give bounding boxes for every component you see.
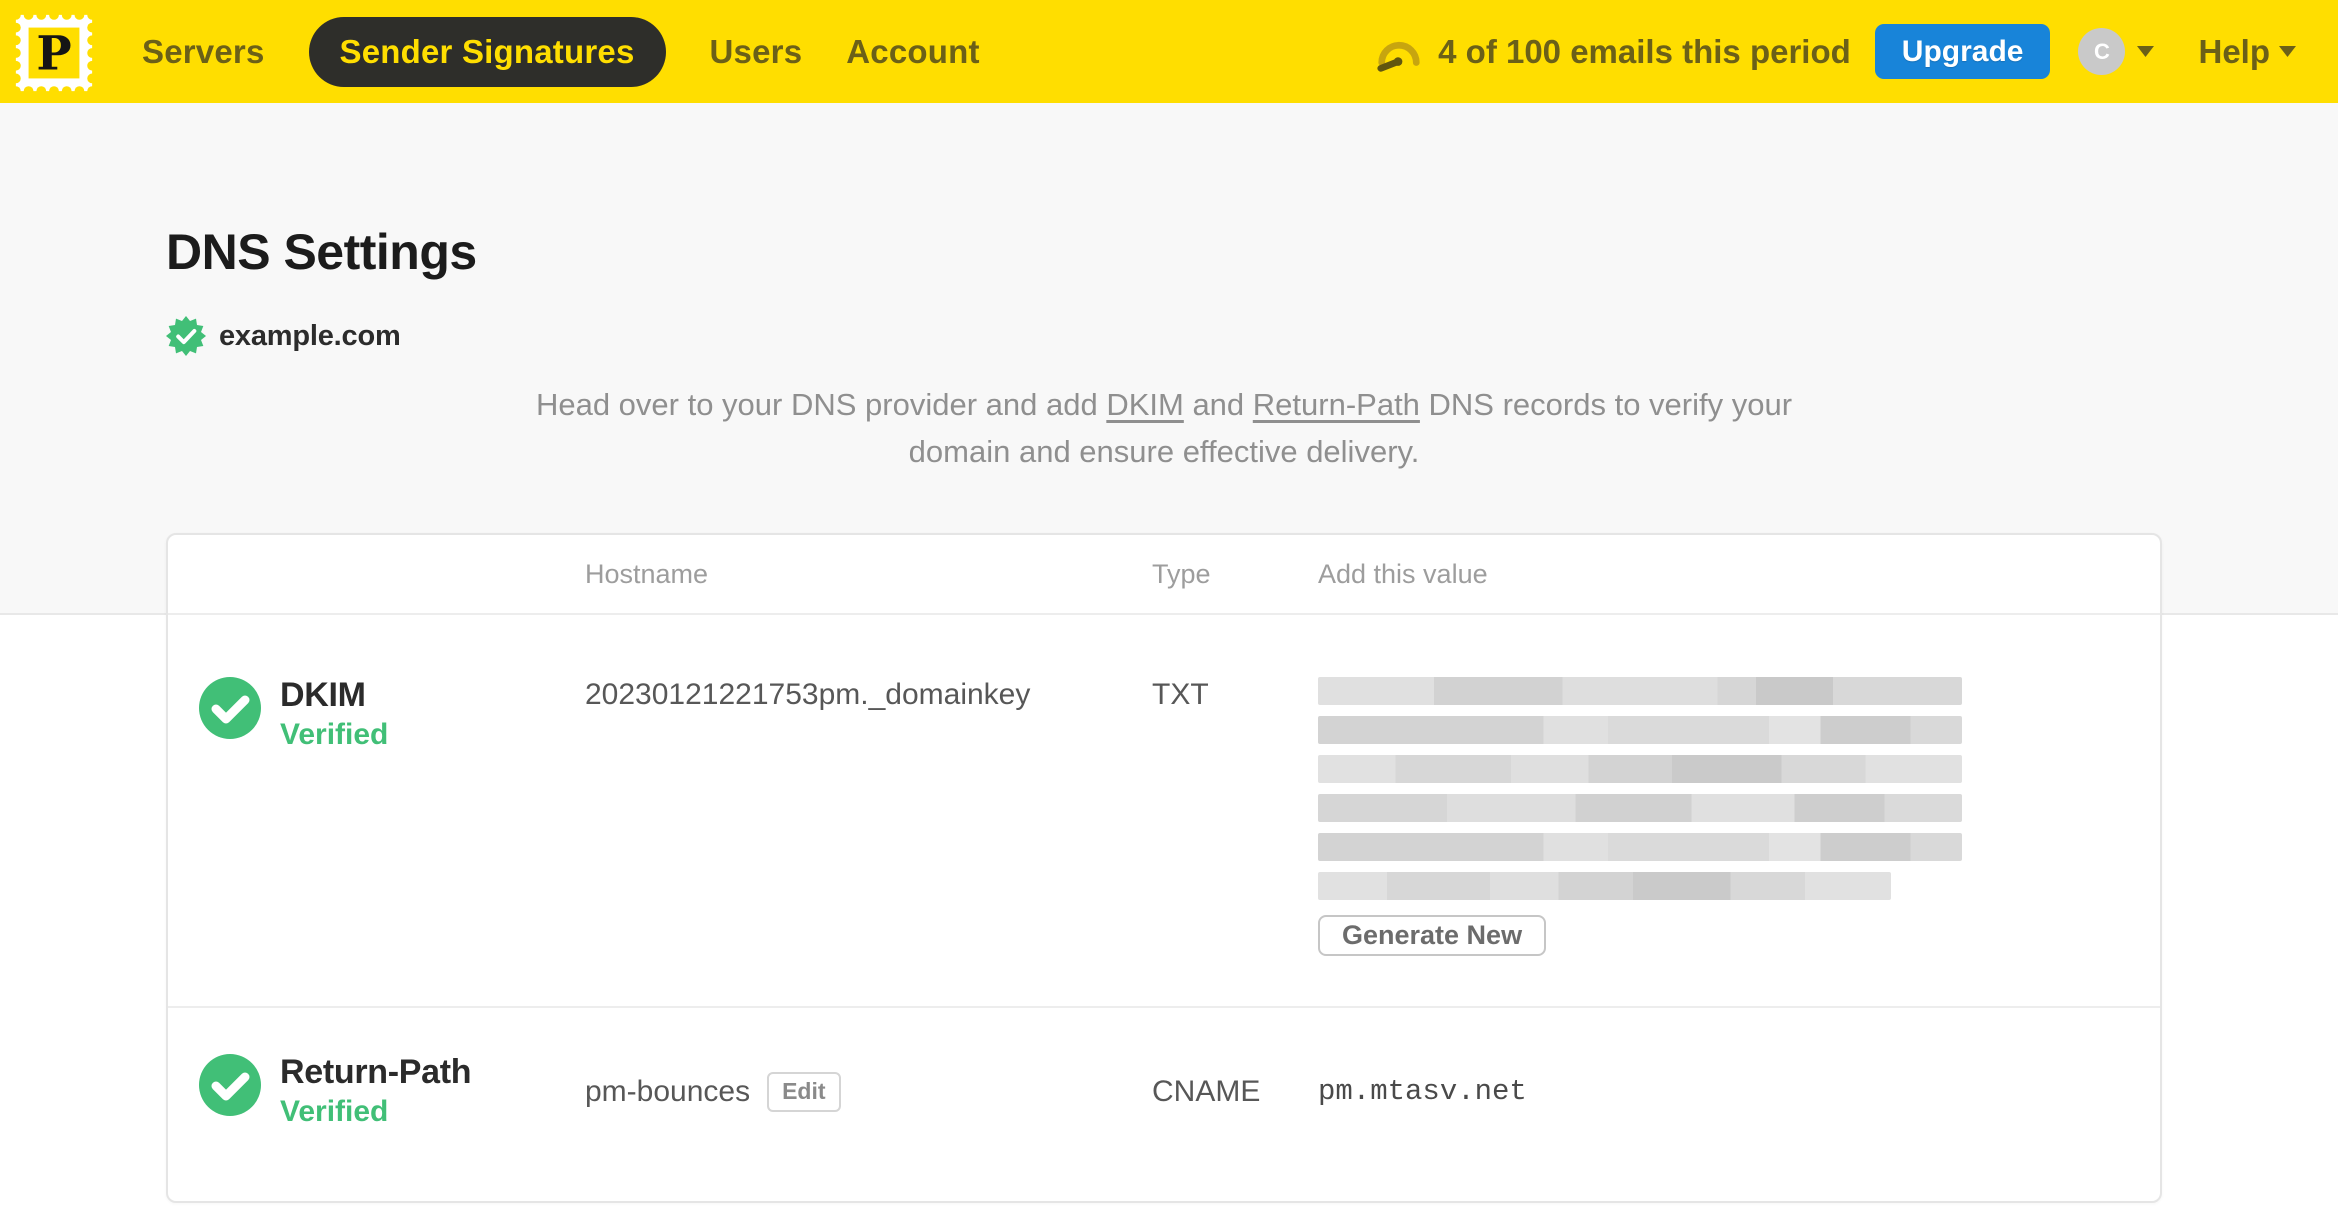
- top-nav: P Servers Sender Signatures Users Accoun…: [0, 0, 2338, 103]
- help-label: Help: [2198, 32, 2270, 70]
- instructions-between: and: [1183, 387, 1253, 422]
- verified-seal-icon: [166, 316, 206, 356]
- redacted-value-line: [1318, 716, 1962, 744]
- svg-text:P: P: [36, 26, 71, 81]
- generate-new-button[interactable]: Generate New: [1318, 915, 1547, 956]
- nav-item-servers[interactable]: Servers: [142, 33, 265, 71]
- return-path-value: pm.mtasv.net: [1318, 1075, 1527, 1108]
- verified-check-icon: [199, 677, 261, 739]
- dkim-hostname: 20230121221753pm._domainkey: [585, 678, 1031, 711]
- account-menu[interactable]: C: [2078, 28, 2155, 75]
- redacted-value-line: [1318, 872, 1891, 900]
- nav-item-sender-signatures[interactable]: Sender Signatures: [308, 16, 666, 87]
- postmark-logo-icon[interactable]: P: [10, 9, 98, 97]
- email-usage-indicator: 4 of 100 emails this period: [1375, 32, 1851, 72]
- dkim-link[interactable]: DKIM: [1106, 387, 1184, 422]
- table-row-dkim: DKIM Verified 20230121221753pm._domainke…: [168, 615, 2160, 1008]
- status-badge: Verified: [280, 718, 389, 751]
- verified-check-icon: [199, 1054, 261, 1116]
- redacted-value-line: [1318, 677, 1962, 705]
- redacted-dkim-value: [1318, 677, 1962, 900]
- nav-menu: Servers Sender Signatures Users Account: [142, 16, 1024, 87]
- usage-text: 4 of 100 emails this period: [1438, 32, 1851, 70]
- table-row-return-path: Return-Path Verified pm-bounces Edit CNA…: [168, 1008, 2160, 1201]
- redacted-value-line: [1318, 833, 1962, 861]
- page-title: DNS Settings: [166, 224, 477, 280]
- dkim-record-type: TXT: [1152, 678, 1209, 711]
- status-badge: Verified: [280, 1095, 389, 1128]
- record-name: Return-Path: [280, 1053, 472, 1091]
- header-value: Add this value: [1318, 558, 1488, 589]
- redacted-value-line: [1318, 794, 1962, 822]
- domain-row: example.com: [166, 316, 2172, 356]
- redacted-value-line: [1318, 755, 1962, 783]
- instructions-text: Head over to your DNS provider and add D…: [166, 381, 2162, 475]
- edit-button[interactable]: Edit: [767, 1071, 841, 1112]
- gauge-icon: [1377, 41, 1420, 72]
- header-type: Type: [1152, 558, 1211, 589]
- table-header-row: Hostname Type Add this value: [168, 535, 2160, 615]
- dns-records-card: Hostname Type Add this value DKIM Verifi…: [166, 533, 2162, 1203]
- domain-name: example.com: [219, 319, 401, 352]
- nav-item-users[interactable]: Users: [710, 33, 803, 71]
- nav-item-account[interactable]: Account: [846, 33, 979, 71]
- instructions-before: Head over to your DNS provider and add: [535, 387, 1107, 422]
- avatar[interactable]: C: [2078, 28, 2126, 75]
- record-name: DKIM: [280, 676, 366, 714]
- return-path-link[interactable]: Return-Path: [1253, 387, 1420, 422]
- chevron-down-icon: [2137, 46, 2155, 57]
- upgrade-button[interactable]: Upgrade: [1874, 24, 2051, 79]
- header-hostname: Hostname: [585, 558, 709, 589]
- help-menu[interactable]: Help: [2198, 33, 2296, 71]
- return-path-record-type: CNAME: [1152, 1074, 1261, 1108]
- return-path-hostname: pm-bounces: [585, 1074, 751, 1108]
- chevron-down-icon: [2279, 46, 2296, 57]
